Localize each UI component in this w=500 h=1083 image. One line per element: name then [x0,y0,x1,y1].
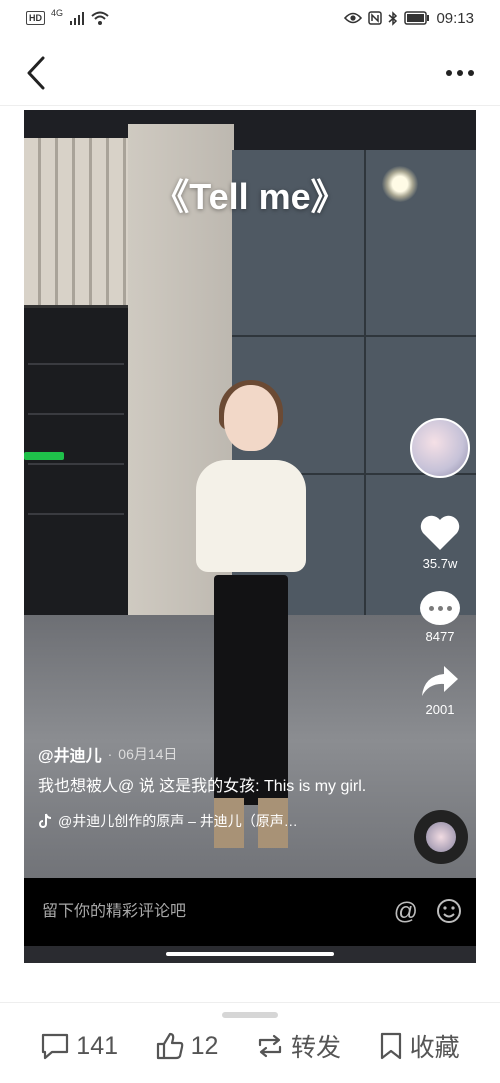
clock: 09:13 [436,9,474,27]
video-home-indicator [166,952,334,956]
repost-icon [258,1034,282,1058]
network-type: 4G [51,8,64,18]
at-icon[interactable]: @ [394,898,418,926]
status-right: 09:13 [344,10,474,27]
like-button[interactable]: 35.7w [419,514,461,571]
comment-action[interactable]: 141 [40,1032,118,1061]
bottom-like-count: 12 [190,1031,219,1060]
tiktok-note-icon [39,813,52,828]
battery-icon [404,11,430,25]
repost-label: 转发 [291,1034,342,1062]
back-button[interactable] [16,53,56,93]
like-count: 35.7w [422,556,458,571]
green-light [24,452,64,460]
share-button[interactable]: 2001 [420,664,460,717]
bluetooth-icon [388,10,398,26]
more-options-button[interactable] [436,53,484,93]
heart-icon [420,515,460,550]
bottom-comment-count: 141 [76,1031,119,1060]
eye-icon [344,12,363,24]
date-separator: · [107,746,113,762]
comment-count: 8477 [425,629,455,644]
comment-icon [42,1033,69,1060]
video-player[interactable]: 《Tell me》 35.7w 8477 2001 @井迪儿 · 06月14日 … [24,110,476,963]
top-bar [0,40,500,106]
action-rail: 35.7w 8477 2001 [408,418,472,737]
thumbs-up-icon [156,1032,183,1060]
signal-icon [70,12,85,25]
emoji-icon[interactable] [436,898,462,924]
song-title-overlay: 《Tell me》 [153,176,347,217]
music-title: @井迪儿创作的原声 – 井迪儿（原声… [58,813,298,829]
video-scene-shelf [24,305,128,635]
like-action[interactable]: 12 [155,1031,219,1061]
music-link[interactable]: @井迪儿创作的原声 – 井迪儿（原声… [38,811,378,831]
comment-button[interactable]: 8477 [420,591,460,644]
favorite-action[interactable]: 收藏 [378,1028,460,1064]
bookmark-icon [380,1032,401,1060]
comment-bar: @ [24,878,476,946]
post-date: 06月14日 [118,746,178,762]
bottom-action-bar: 141 12 转发 收藏 [0,1022,500,1070]
favorite-label: 收藏 [409,1034,460,1062]
music-disc[interactable] [414,810,468,864]
video-description: 我也想被人@ 说 这是我的女孩: This is my girl. [38,778,367,795]
status-bar: HD 4G 09:13 [0,0,500,36]
repost-action[interactable]: 转发 [255,1028,341,1064]
nfc-icon [368,11,383,25]
comment-input[interactable] [42,903,342,921]
drag-handle[interactable] [222,1012,278,1018]
author-avatar[interactable] [410,418,470,478]
author-name[interactable]: @井迪儿 [38,742,102,766]
divider [0,1002,500,1003]
share-arrow-icon [422,666,458,696]
status-left: HD 4G [26,8,109,25]
hd-badge: HD [26,11,45,25]
video-caption: @井迪儿 · 06月14日 我也想被人@ 说 这是我的女孩: This is m… [38,742,378,831]
chevron-left-icon [27,56,45,89]
comment-bubble-icon [420,591,460,625]
share-count: 2001 [425,702,455,717]
more-dots-icon [446,69,452,76]
wifi-icon [91,11,109,25]
